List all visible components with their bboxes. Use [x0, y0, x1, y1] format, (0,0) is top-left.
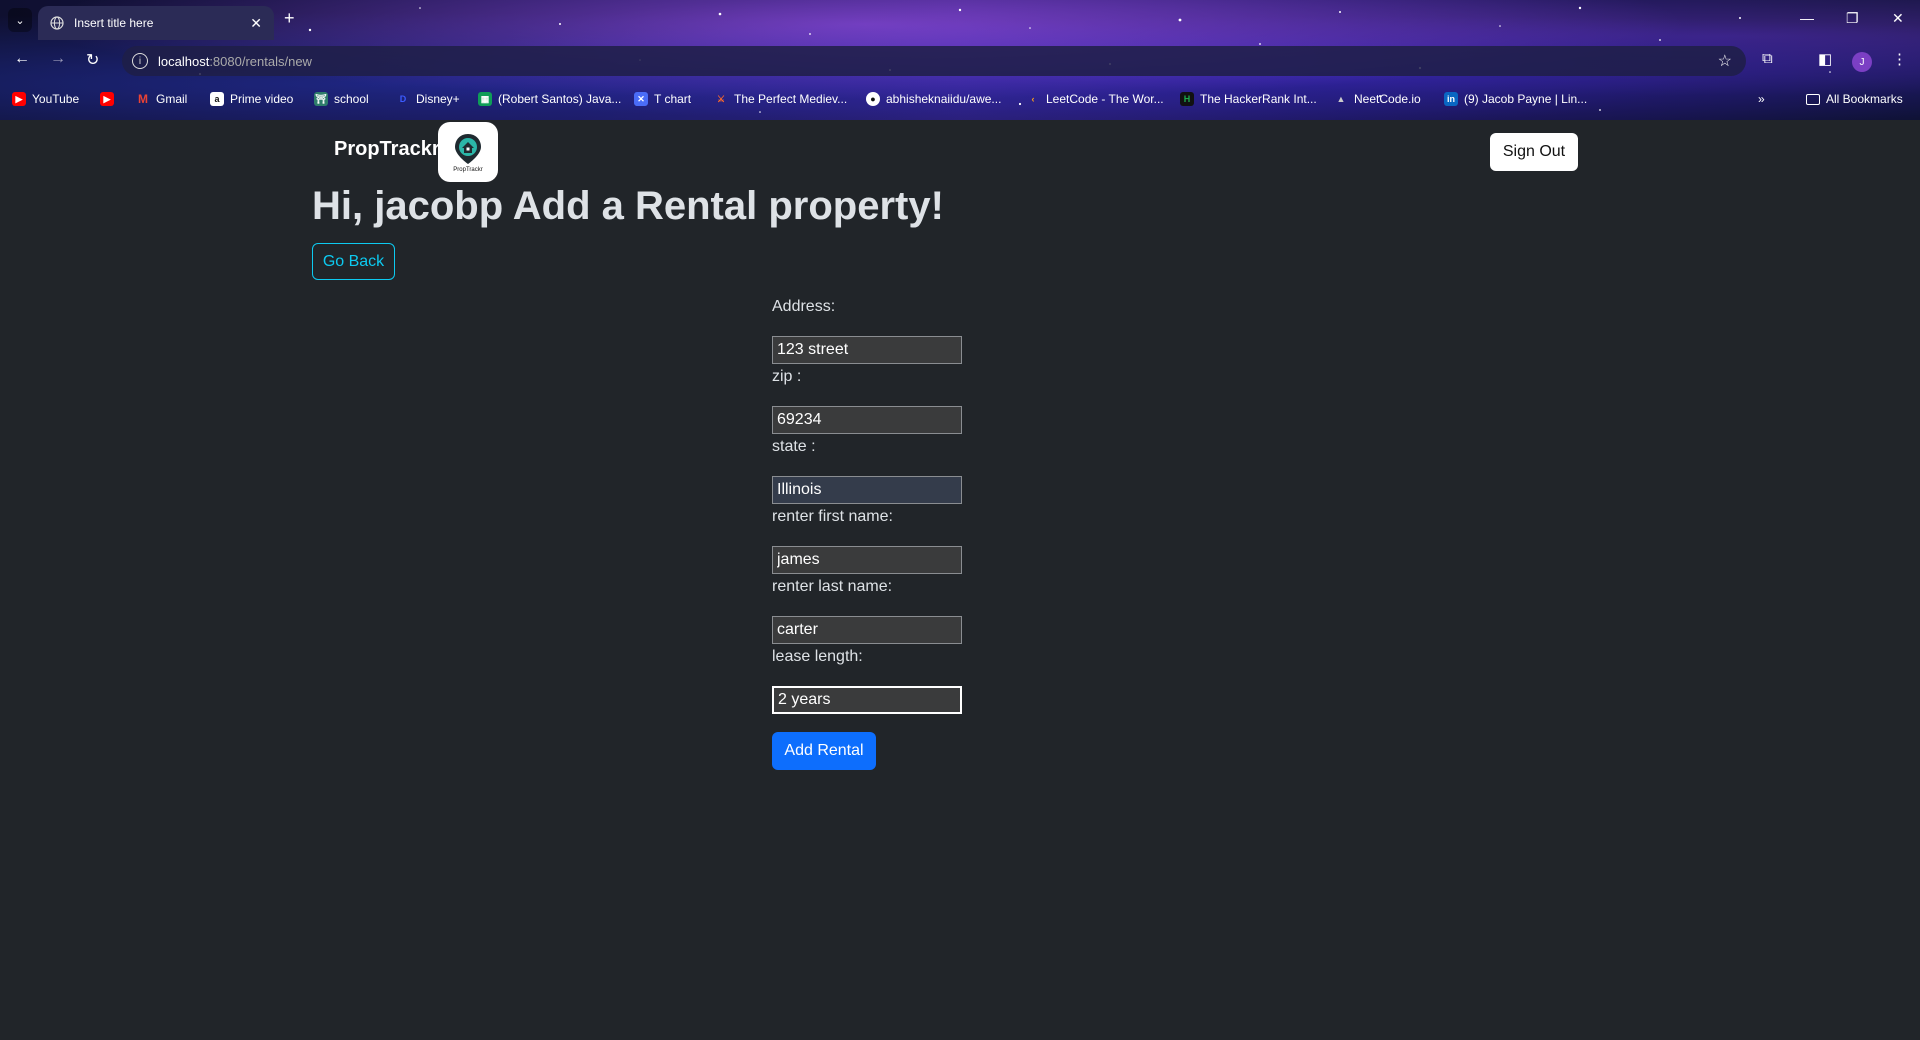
bookmark-hackerrank[interactable]: H The HackerRank Int... — [1180, 92, 1317, 106]
url-text: localhost:8080/rentals/new — [158, 53, 312, 69]
bookmark-youtube[interactable]: ▶ YouTube — [12, 92, 79, 106]
house-pin-icon — [455, 133, 481, 164]
active-tab[interactable]: Insert title here ✕ — [38, 6, 274, 40]
bookmark-t-chart[interactable]: ✕ T chart — [634, 92, 691, 106]
github-icon: ● — [866, 92, 880, 106]
all-bookmarks-folder[interactable]: All Bookmarks — [1806, 92, 1903, 106]
tchart-icon: ✕ — [634, 92, 648, 106]
address-label: Address: — [772, 298, 836, 315]
address-input[interactable] — [772, 336, 962, 364]
forward-icon[interactable]: → — [50, 50, 66, 68]
logo-caption: PropTrackr — [453, 166, 483, 173]
profile-avatar[interactable]: J — [1852, 52, 1872, 72]
browser-chrome: ⌄ Insert title here ✕ + — ❐ ✕ ← → ↻ i lo… — [0, 0, 1920, 120]
sign-out-button[interactable]: Sign Out — [1490, 133, 1578, 171]
bookmark-school[interactable]: ⛩ school — [314, 92, 369, 106]
renter-first-name-input[interactable] — [772, 546, 962, 574]
tab-title: Insert title here — [74, 16, 154, 30]
back-icon[interactable]: ← — [14, 50, 30, 68]
lease-length-label: lease length: — [772, 648, 863, 665]
chevron-down-icon: ⌄ — [15, 14, 25, 27]
site-info-icon[interactable]: i — [132, 53, 148, 69]
close-window-icon[interactable]: ✕ — [1892, 10, 1904, 27]
browser-toolbar: ← → ↻ i localhost:8080/rentals/new ☆ ⧉ ◧… — [0, 40, 1920, 80]
school-icon: ⛩ — [314, 92, 328, 106]
state-input[interactable] — [772, 476, 962, 504]
bookmark-gmail[interactable]: M Gmail — [136, 92, 187, 106]
brand-name[interactable]: PropTrackr — [334, 138, 440, 161]
globe-icon — [50, 16, 64, 30]
disney-icon: D — [399, 94, 407, 104]
folder-icon — [1806, 93, 1820, 105]
new-tab-button[interactable]: + — [284, 8, 295, 29]
youtube-icon: ▶ — [12, 92, 26, 106]
minimize-icon[interactable]: — — [1800, 10, 1814, 26]
extensions-icon[interactable]: ⧉ — [1762, 50, 1773, 67]
menu-kebab-icon[interactable]: ⋮ — [1892, 50, 1907, 68]
bookmark-youtube-2[interactable]: ▶ — [100, 92, 120, 106]
bookmark-leetcode[interactable]: ‹ LeetCode - The Wor... — [1026, 92, 1164, 106]
bookmark-linkedin[interactable]: in (9) Jacob Payne | Lin... — [1444, 92, 1587, 106]
bookmark-disney[interactable]: D Disney+ — [396, 92, 460, 106]
more-bookmarks-icon[interactable]: » — [1758, 92, 1765, 106]
close-tab-icon[interactable]: ✕ — [250, 15, 262, 32]
page-title: Hi, jacobp Add a Rental property! — [312, 184, 944, 228]
proptrackr-logo: PropTrackr — [438, 122, 498, 182]
sheets-icon: ▦ — [478, 92, 492, 106]
renter-first-name-label: renter first name: — [772, 508, 893, 525]
state-label: state : — [772, 438, 816, 455]
youtube-icon: ▶ — [100, 92, 114, 106]
renter-last-name-label: renter last name: — [772, 578, 893, 595]
neetcode-icon: ▲ — [1336, 94, 1346, 104]
medieval-icon: ⚔ — [716, 93, 726, 104]
amazon-icon: a — [210, 92, 224, 106]
bookmark-star-icon[interactable]: ☆ — [1718, 51, 1732, 71]
add-rental-form: Address: zip : state : renter first name… — [772, 298, 992, 714]
add-rental-button[interactable]: Add Rental — [772, 732, 876, 770]
zip-input[interactable] — [772, 406, 962, 434]
tab-search-button[interactable]: ⌄ — [8, 8, 32, 32]
linkedin-icon: in — [1444, 92, 1458, 106]
address-bar[interactable]: i localhost:8080/rentals/new ☆ — [122, 46, 1746, 76]
bookmark-robert-santos[interactable]: ▦ (Robert Santos) Java... — [478, 92, 621, 106]
bookmark-perfect-medieval[interactable]: ⚔ The Perfect Mediev... — [714, 92, 847, 106]
restore-icon[interactable]: ❐ — [1846, 10, 1859, 27]
bookmarks-bar: ▶ YouTube ▶ M Gmail a Prime video ⛩ scho… — [0, 86, 1920, 114]
bookmark-github[interactable]: ● abhisheknaiidu/awe... — [866, 92, 1001, 106]
lease-length-input[interactable] — [772, 686, 962, 714]
tab-strip: ⌄ Insert title here ✕ + — ❐ ✕ — [0, 0, 1920, 40]
gmail-icon: M — [138, 92, 148, 106]
zip-label: zip : — [772, 368, 802, 385]
hackerrank-icon: H — [1180, 92, 1194, 106]
go-back-button[interactable]: Go Back — [312, 243, 395, 280]
renter-last-name-input[interactable] — [772, 616, 962, 644]
leetcode-icon: ‹ — [1031, 94, 1035, 104]
bookmark-neetcode[interactable]: ▲ NeetCode.io — [1334, 92, 1421, 106]
side-panel-icon[interactable]: ◧ — [1818, 50, 1832, 68]
reload-icon[interactable]: ↻ — [86, 50, 99, 70]
bookmark-prime-video[interactable]: a Prime video — [210, 92, 293, 106]
